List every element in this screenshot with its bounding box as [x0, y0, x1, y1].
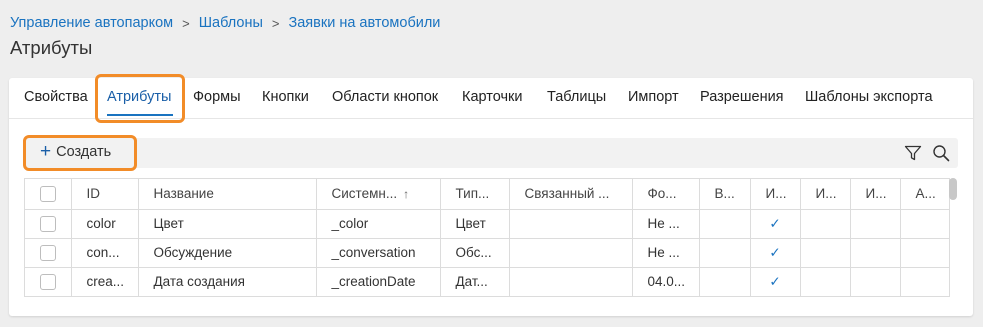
- breadcrumb-item-fleet[interactable]: Управление автопарком: [10, 15, 173, 31]
- cell-id: crea...: [71, 267, 139, 297]
- cell-system-name: _color: [316, 209, 441, 239]
- checkmark-icon: ✓: [750, 209, 801, 239]
- checkmark-icon: ✓: [750, 267, 801, 297]
- tab-button-areas[interactable]: Области кнопок: [332, 89, 438, 105]
- tab-import[interactable]: Импорт: [628, 89, 679, 105]
- cell-type: Дат...: [440, 267, 510, 297]
- table-header-row: ID Название Системн... ↑ Тип... Связанный…: [25, 179, 949, 210]
- cell-name: Цвет: [138, 209, 317, 239]
- checkmark-icon: ✓: [750, 238, 801, 268]
- column-header-i2[interactable]: И...: [800, 179, 851, 210]
- tab-cards[interactable]: Карточки: [462, 89, 522, 105]
- cell-system-name: _creationDate: [316, 267, 441, 297]
- cell-a: [900, 238, 949, 268]
- row-checkbox-cell[interactable]: [25, 209, 72, 239]
- column-header-system-name-label: Системн...: [331, 186, 398, 202]
- cell-i3: [850, 238, 901, 268]
- chevron-right-icon: >: [182, 15, 190, 31]
- row-checkbox[interactable]: [39, 215, 56, 232]
- cell-i2: [800, 267, 851, 297]
- tab-forms[interactable]: Формы: [193, 89, 241, 105]
- content-panel: Свойства Атрибуты Формы Кнопки Области к…: [9, 74, 973, 316]
- row-checkbox-cell[interactable]: [25, 267, 72, 297]
- cell-format: Не ...: [632, 238, 700, 268]
- select-all-checkbox-cell[interactable]: [25, 179, 72, 210]
- column-header-a[interactable]: А...: [900, 179, 949, 210]
- cell-i3: [850, 267, 901, 297]
- cell-system-name: _conversation: [316, 238, 441, 268]
- cell-format: 04.0...: [632, 267, 700, 297]
- cell-system-name: [316, 296, 441, 297]
- column-header-type[interactable]: Тип...: [440, 179, 510, 210]
- cell-type: Цвет: [440, 209, 510, 239]
- column-header-system-name[interactable]: Системн... ↑: [316, 179, 441, 210]
- tab-buttons[interactable]: Кнопки: [262, 89, 309, 105]
- row-checkbox-cell[interactable]: [25, 238, 72, 268]
- cell-related: [509, 267, 633, 297]
- cell-name: Дата создания: [138, 267, 317, 297]
- cell-i2: [800, 296, 851, 297]
- row-checkbox[interactable]: [39, 273, 56, 290]
- breadcrumb: Управление автопарком > Шаблоны > Заявки…: [10, 15, 440, 31]
- vertical-scrollbar[interactable]: [949, 178, 957, 296]
- tab-highlight-frame: [95, 74, 185, 123]
- cell-related: [509, 296, 633, 297]
- row-checkbox[interactable]: [39, 244, 56, 261]
- column-header-name[interactable]: Название: [138, 179, 317, 210]
- tab-tables[interactable]: Таблицы: [547, 89, 606, 105]
- cell-v: [699, 296, 751, 297]
- cell-type: Обс...: [440, 238, 510, 268]
- breadcrumb-item-templates[interactable]: Шаблоны: [199, 15, 263, 31]
- cell-a: [900, 209, 949, 239]
- table-row[interactable]: con... Обсуждение _conversation Обс... Н…: [25, 238, 949, 268]
- cell-format: [632, 296, 700, 297]
- tab-export-templates[interactable]: Шаблоны экспорта: [805, 89, 933, 105]
- cell-id: con...: [71, 238, 139, 268]
- chevron-right-icon: >: [271, 15, 280, 31]
- table-row[interactable]: [25, 296, 949, 297]
- tab-permissions[interactable]: Разрешения: [700, 89, 784, 105]
- column-header-id[interactable]: ID: [71, 179, 139, 210]
- cell-format: Не ...: [632, 209, 700, 239]
- cell-v: [699, 267, 751, 297]
- cell-type: [440, 296, 510, 297]
- page-title: Атрибуты: [10, 37, 93, 58]
- cell-v: [699, 209, 751, 239]
- select-all-checkbox[interactable]: [39, 185, 56, 202]
- cell-i3: [850, 296, 901, 297]
- scrollbar-thumb[interactable]: [949, 178, 957, 200]
- cell-i1: [750, 296, 801, 297]
- table-row[interactable]: crea... Дата создания _creationDate Дат.…: [25, 267, 949, 297]
- filter-icon[interactable]: [904, 144, 922, 167]
- column-header-format[interactable]: Фо...: [632, 179, 700, 210]
- tab-properties[interactable]: Свойства: [24, 89, 88, 105]
- column-header-i1[interactable]: И...: [750, 179, 801, 210]
- column-header-v[interactable]: В...: [699, 179, 751, 210]
- cell-a: [900, 267, 949, 297]
- cell-id: color: [71, 209, 139, 239]
- cell-i3: [850, 209, 901, 239]
- sort-ascending-icon: ↑: [403, 187, 410, 202]
- cell-name: [138, 296, 317, 297]
- table-row[interactable]: color Цвет _color Цвет Не ... ✓: [25, 209, 949, 239]
- column-header-i3[interactable]: И...: [850, 179, 901, 210]
- create-highlight-frame: [23, 135, 137, 171]
- row-checkbox-cell[interactable]: [25, 296, 72, 297]
- cell-v: [699, 238, 751, 268]
- cell-a: [900, 296, 949, 297]
- cell-related: [509, 238, 633, 268]
- cell-i2: [800, 238, 851, 268]
- breadcrumb-item-vehicle-requests[interactable]: Заявки на автомобили: [288, 15, 440, 31]
- search-icon[interactable]: [932, 144, 950, 167]
- cell-name: Обсуждение: [138, 238, 317, 268]
- cell-i2: [800, 209, 851, 239]
- cell-related: [509, 209, 633, 239]
- toolbar: + Создать: [24, 138, 958, 168]
- column-header-related[interactable]: Связанный ...: [509, 179, 633, 210]
- attributes-table: ID Название Системн... ↑ Тип... Связанный…: [24, 178, 950, 297]
- cell-id: [71, 296, 139, 297]
